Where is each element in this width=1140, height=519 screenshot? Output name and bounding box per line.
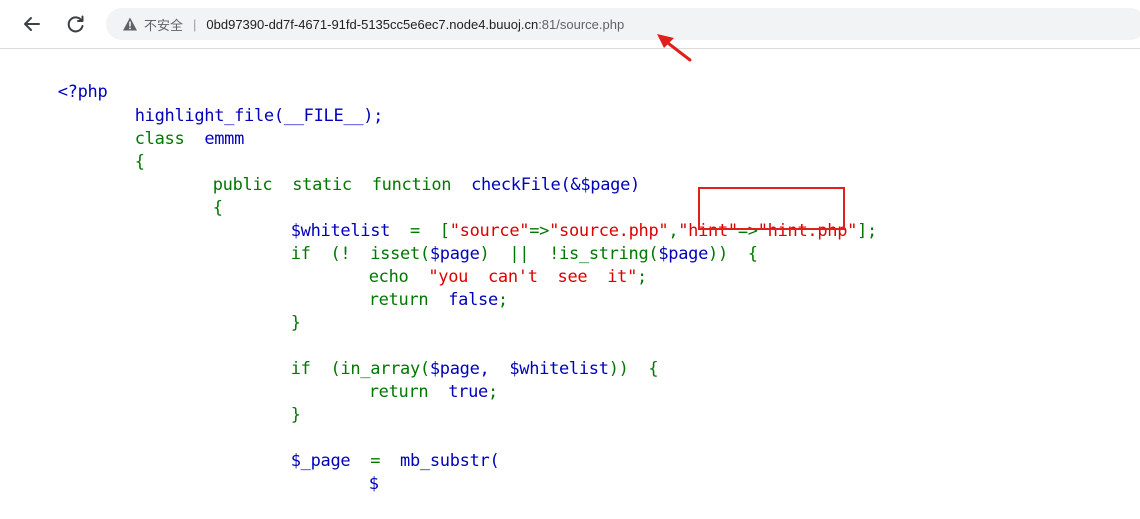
code-line-10: return false; [329,266,508,310]
address-bar[interactable]: 不安全 | 0bd97390-dd7f-4671-91fd-5135cc5e6e… [106,8,1140,40]
reload-button[interactable] [62,10,90,38]
method-signature: checkFile(&$page) [471,175,640,195]
return-keyword: return [368,382,429,402]
close-brace: } [290,405,301,425]
code-line-5: public static function checkFile(&$page) [173,151,641,195]
class-name: emmm [204,129,245,149]
method-modifiers: public static function [212,175,452,195]
url-host[interactable]: 0bd97390-dd7f-4671-91fd-5135cc5e6ec7.nod… [206,17,538,32]
code-line-1: <?php [18,58,108,102]
code-line-17: $_page = mb_substr( [251,427,500,471]
return-keyword: return [368,290,429,310]
page-var: $page [658,244,709,264]
semicolon: ; [487,382,498,402]
mb-substr-call: mb_substr( [400,451,500,471]
code-line-6: { [173,174,223,218]
back-arrow-icon [24,17,40,31]
code-line-3: class emmm [95,105,245,149]
back-button[interactable] [18,10,46,38]
return-value: true [448,382,488,402]
url-path[interactable]: :81/source.php [538,17,624,32]
code-line-9: echo "you can't see it"; [329,243,648,287]
code-line-13: if (in_array($page, $whitelist)) { [251,335,659,379]
semicolon: ; [497,290,508,310]
open-brace: { [134,152,145,172]
code-line-2: highlight_file(__FILE__); [95,82,384,126]
omnibox-separator: | [193,16,197,32]
code-line-8: if (! isset($page) || !is_string($page))… [251,220,758,264]
string-hint-php: "hint.php" [757,221,858,241]
code-line-14: return true; [329,358,498,402]
whitelist-var: $whitelist [509,359,609,379]
open-brace: { [212,198,223,218]
source-code-view: <?php highlight_file(__FILE__); class em… [0,58,1140,494]
warning-triangle-icon[interactable] [122,16,138,32]
return-value: false [448,290,498,310]
array-close: ]; [857,221,877,241]
reload-icon [67,15,84,33]
security-label[interactable]: 不安全 [144,15,183,34]
code-line-7: $whitelist = ["source"=>"source.php","hi… [251,197,878,241]
semicolon: ; [637,267,647,287]
if-close: )) { [708,244,758,264]
partial-var: $ [368,474,379,494]
code-line-11: } [251,289,301,333]
code-line-4: { [95,128,145,172]
browser-toolbar: 不安全 | 0bd97390-dd7f-4671-91fd-5135cc5e6e… [0,0,1140,49]
close-brace: } [290,313,301,333]
code-line-15: } [251,381,301,425]
code-line-18: $ [329,450,379,494]
if-close: )) { [608,359,659,379]
